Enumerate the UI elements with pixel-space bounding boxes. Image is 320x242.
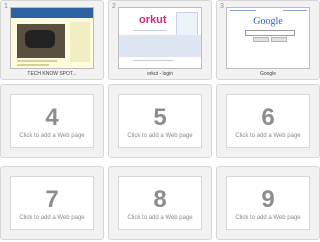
add-page-hint: Click to add a Web page	[235, 133, 301, 139]
speed-dial-tile-7[interactable]: 7 Click to add a Web page	[0, 166, 104, 240]
speed-dial-tile-5[interactable]: 5 Click to add a Web page	[108, 84, 212, 158]
thumbnail-logo: orkut	[139, 14, 167, 26]
thumbnail-text-line	[17, 64, 49, 66]
page-thumbnail[interactable]	[10, 7, 94, 69]
thumbnail-text-line	[133, 60, 173, 61]
thumbnail-band	[119, 35, 201, 57]
slot-number: 7	[45, 186, 59, 213]
empty-slot[interactable]: 6 Click to add a Web page	[226, 94, 310, 148]
add-page-hint: Click to add a Web page	[127, 133, 193, 139]
add-page-hint: Click to add a Web page	[235, 215, 301, 221]
empty-slot[interactable]: 5 Click to add a Web page	[118, 94, 202, 148]
thumbnail-search-box	[245, 30, 295, 36]
thumbnail-nav-line	[283, 10, 307, 11]
speed-dial-tile-6[interactable]: 6 Click to add a Web page	[216, 84, 320, 158]
thumbnail-header	[11, 8, 93, 18]
thumbnail-search-button	[271, 37, 287, 42]
speed-dial-tile-9[interactable]: 9 Click to add a Web page	[216, 166, 320, 240]
tile-caption: orkut - login	[146, 71, 174, 77]
speed-dial-tile-4[interactable]: 4 Click to add a Web page	[0, 84, 104, 158]
tile-caption: Google	[259, 71, 277, 77]
thumbnail-text-line	[133, 30, 167, 31]
add-page-hint: Click to add a Web page	[127, 215, 193, 221]
tile-number: 1	[4, 3, 8, 10]
thumbnail-logo: Google	[253, 16, 283, 27]
tile-number: 2	[112, 3, 116, 10]
empty-slot[interactable]: 7 Click to add a Web page	[10, 176, 94, 230]
speed-dial-tile-8[interactable]: 8 Click to add a Web page	[108, 166, 212, 240]
thumbnail-nav-line	[230, 10, 256, 11]
empty-slot[interactable]: 4 Click to add a Web page	[10, 94, 94, 148]
slot-number: 4	[45, 104, 59, 131]
thumbnail-sidebar	[70, 22, 90, 62]
page-thumbnail[interactable]: orkut	[118, 7, 202, 69]
slot-number: 6	[261, 104, 275, 131]
speed-dial-tile-3[interactable]: 3 Google Google	[216, 0, 320, 80]
speed-dial-tile-1[interactable]: 1 TECH KNOW SPOT...	[0, 0, 104, 80]
speed-dial-grid: 1 TECH KNOW SPOT... 2 orkut orkut - logi…	[0, 0, 320, 242]
thumbnail-text-line	[17, 60, 57, 62]
slot-number: 5	[153, 104, 167, 131]
thumbnail-photo-detail	[25, 30, 55, 48]
tile-number: 3	[220, 3, 224, 10]
empty-slot[interactable]: 8 Click to add a Web page	[118, 176, 202, 230]
slot-number: 8	[153, 186, 167, 213]
add-page-hint: Click to add a Web page	[19, 133, 85, 139]
add-page-hint: Click to add a Web page	[19, 215, 85, 221]
thumbnail-search-button	[253, 37, 269, 42]
speed-dial-tile-2[interactable]: 2 orkut orkut - login	[108, 0, 212, 80]
page-thumbnail[interactable]: Google	[226, 7, 310, 69]
slot-number: 9	[261, 186, 275, 213]
tile-caption: TECH KNOW SPOT...	[27, 71, 77, 77]
empty-slot[interactable]: 9 Click to add a Web page	[226, 176, 310, 230]
